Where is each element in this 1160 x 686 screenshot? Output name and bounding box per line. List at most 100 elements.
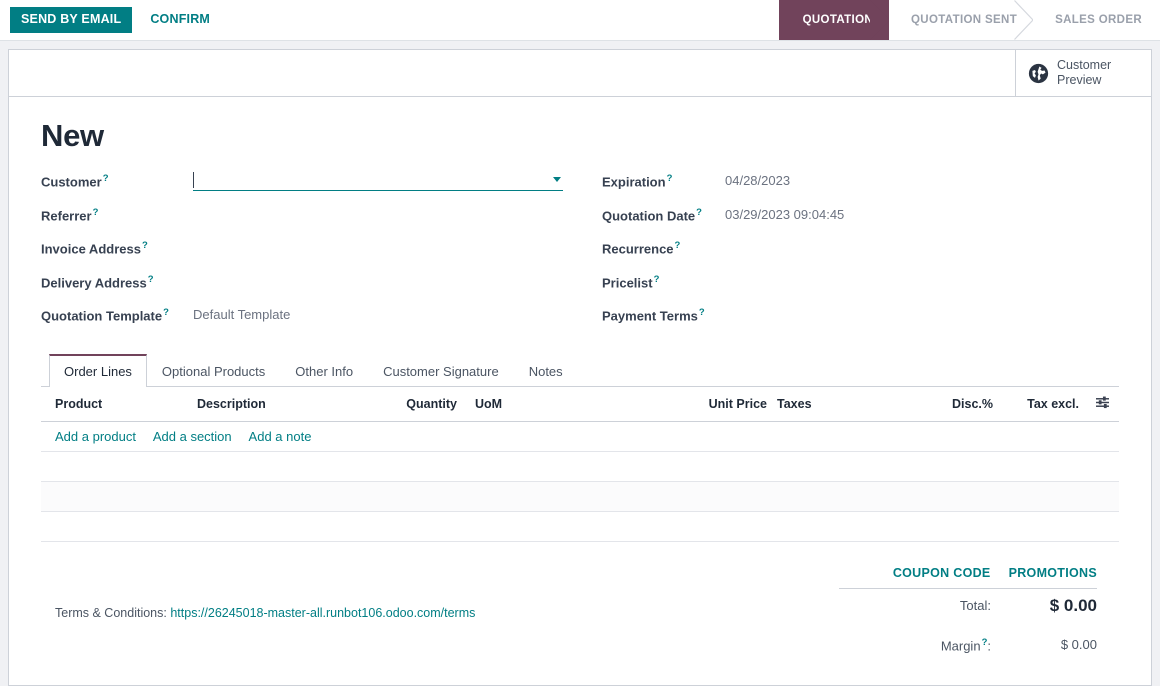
customer-preview-button[interactable]: Customer Preview bbox=[1015, 50, 1151, 96]
sheet-header: Customer Preview bbox=[9, 50, 1151, 97]
payment-terms-value[interactable] bbox=[725, 304, 1119, 307]
field-expiration: Expiration? 04/28/2023 bbox=[602, 170, 1119, 204]
table-row bbox=[41, 481, 1119, 512]
tab-other-info[interactable]: Other Info bbox=[280, 354, 368, 387]
field-customer: Customer? bbox=[41, 170, 580, 204]
tab-optional-products[interactable]: Optional Products bbox=[147, 354, 280, 387]
page-background: Customer Preview New Customer? Referrer?… bbox=[0, 41, 1160, 686]
table-row bbox=[41, 511, 1119, 542]
pricelist-value[interactable] bbox=[725, 271, 1119, 274]
status-step-quotation-sent[interactable]: QUOTATION SENT bbox=[889, 0, 1034, 40]
tab-customer-signature[interactable]: Customer Signature bbox=[368, 354, 514, 387]
field-quotation-template: Quotation Template? Default Template bbox=[41, 304, 580, 338]
column-header-tax-excl: Tax excl. bbox=[999, 386, 1085, 422]
confirm-button[interactable]: CONFIRM bbox=[140, 7, 220, 34]
label-text: Payment Terms bbox=[602, 308, 698, 324]
label-text: Pricelist bbox=[602, 274, 653, 290]
label-text: Customer bbox=[41, 174, 102, 190]
add-a-note-link[interactable]: Add a note bbox=[249, 429, 312, 444]
margin-colon: : bbox=[987, 637, 991, 653]
field-label-customer: Customer? bbox=[41, 170, 193, 189]
status-arrow-icon bbox=[1014, 0, 1034, 40]
total-row: Total: $ 0.00 bbox=[839, 588, 1097, 620]
status-step-sales-order[interactable]: SALES ORDER bbox=[1033, 0, 1160, 40]
terms-url-link[interactable]: https://26245018-master-all.runbot106.od… bbox=[170, 606, 475, 620]
help-icon[interactable]: ? bbox=[142, 240, 148, 251]
column-header-unit-price: Unit Price bbox=[583, 386, 773, 422]
add-links-row: Add a product Add a section Add a note bbox=[41, 421, 1119, 452]
column-header-uom: UoM bbox=[463, 386, 583, 422]
globe-icon bbox=[1028, 63, 1049, 84]
quotation-template-value[interactable]: Default Template bbox=[193, 304, 580, 322]
add-a-product-link[interactable]: Add a product bbox=[55, 429, 136, 444]
field-label-payment-terms: Payment Terms? bbox=[602, 304, 725, 323]
help-icon[interactable]: ? bbox=[93, 207, 99, 218]
help-icon[interactable]: ? bbox=[654, 274, 660, 285]
field-pricelist: Pricelist? bbox=[602, 271, 1119, 305]
field-payment-terms: Payment Terms? bbox=[602, 304, 1119, 338]
field-delivery-address: Delivery Address? bbox=[41, 271, 580, 305]
help-icon[interactable]: ? bbox=[667, 173, 673, 184]
promotions-button[interactable]: PROMOTIONS bbox=[1009, 566, 1097, 580]
customer-preview-label: Customer Preview bbox=[1057, 58, 1111, 88]
send-by-email-button[interactable]: SEND BY EMAIL bbox=[10, 6, 133, 34]
help-icon[interactable]: ? bbox=[696, 207, 702, 218]
add-a-section-link[interactable]: Add a section bbox=[153, 429, 232, 444]
control-panel: SEND BY EMAIL CONFIRM QUOTATION QUOTATIO… bbox=[0, 0, 1160, 41]
coupon-code-button[interactable]: COUPON CODE bbox=[893, 566, 991, 580]
status-step-quotation[interactable]: QUOTATION bbox=[778, 0, 891, 40]
delivery-address-value[interactable] bbox=[193, 271, 580, 274]
page-title: New bbox=[41, 118, 104, 153]
order-lines-footer: Terms & Conditions: https://26245018-mas… bbox=[41, 542, 1119, 657]
form-column-left: Customer? Referrer? Invoice Address? Del… bbox=[41, 170, 580, 338]
help-icon[interactable]: ? bbox=[675, 240, 681, 251]
tab-notes[interactable]: Notes bbox=[514, 354, 578, 387]
empty-cell bbox=[41, 511, 1119, 542]
help-icon[interactable]: ? bbox=[699, 307, 705, 318]
field-label-quotation-template: Quotation Template? bbox=[41, 304, 193, 323]
statusbar: QUOTATION QUOTATION SENT SALES ORDER bbox=[778, 0, 1160, 40]
help-icon[interactable]: ? bbox=[103, 173, 109, 184]
order-lines-header: Product Description Quantity UoM Unit Pr… bbox=[41, 386, 1119, 422]
quotation-date-value[interactable]: 03/29/2023 09:04:45 bbox=[725, 204, 1119, 222]
tab-order-lines[interactable]: Order Lines bbox=[49, 353, 147, 387]
optional-columns-button[interactable] bbox=[1085, 386, 1119, 422]
field-referrer: Referrer? bbox=[41, 204, 580, 238]
chevron-down-icon[interactable] bbox=[553, 177, 561, 182]
label-text: Recurrence bbox=[602, 241, 674, 257]
field-label-recurrence: Recurrence? bbox=[602, 237, 725, 256]
field-label-quotation-date: Quotation Date? bbox=[602, 204, 725, 223]
add-links-cell: Add a product Add a section Add a note bbox=[41, 421, 1119, 452]
referrer-value[interactable] bbox=[193, 204, 580, 207]
totals-block: COUPON CODE PROMOTIONS Total: $ 0.00 Mar… bbox=[839, 566, 1097, 657]
status-step-label: SALES ORDER bbox=[1055, 14, 1142, 26]
customer-preview-line1: Customer bbox=[1057, 58, 1112, 73]
invoice-address-value[interactable] bbox=[193, 237, 580, 240]
order-lines-body: Add a product Add a section Add a note bbox=[41, 421, 1119, 542]
label-text: Invoice Address bbox=[41, 241, 141, 257]
status-arrow-icon bbox=[870, 0, 891, 40]
customer-preview-line2: Preview bbox=[1057, 73, 1102, 87]
field-label-pricelist: Pricelist? bbox=[602, 271, 725, 290]
totals-table: Total: $ 0.00 Margin?: $ 0.00 bbox=[839, 588, 1097, 657]
help-icon[interactable]: ? bbox=[148, 274, 154, 285]
status-step-label: QUOTATION bbox=[802, 14, 874, 26]
total-value: $ 0.00 bbox=[1049, 595, 1097, 615]
margin-label: Margin?: bbox=[839, 620, 1005, 657]
label-text: Quotation Template bbox=[41, 308, 163, 324]
expiration-value[interactable]: 04/28/2023 bbox=[725, 170, 1119, 188]
field-label-expiration: Expiration? bbox=[602, 170, 725, 189]
label-text: Expiration bbox=[602, 174, 666, 190]
form-grid: Customer? Referrer? Invoice Address? Del… bbox=[41, 170, 1119, 338]
column-header-taxes: Taxes bbox=[773, 386, 909, 422]
tab-list: Order Lines Optional Products Other Info… bbox=[41, 353, 1119, 387]
order-lines-table: Product Description Quantity UoM Unit Pr… bbox=[41, 386, 1119, 542]
total-label: Total: bbox=[959, 598, 991, 613]
terms-label: Terms & Conditions: bbox=[55, 605, 167, 620]
label-text: Quotation Date bbox=[602, 207, 696, 223]
recurrence-value[interactable] bbox=[725, 237, 1119, 240]
help-icon[interactable]: ? bbox=[163, 307, 169, 318]
field-invoice-address: Invoice Address? bbox=[41, 237, 580, 271]
sheet-body: New Customer? Referrer? Invoice Address?… bbox=[9, 97, 1151, 657]
customer-input[interactable] bbox=[193, 170, 563, 191]
